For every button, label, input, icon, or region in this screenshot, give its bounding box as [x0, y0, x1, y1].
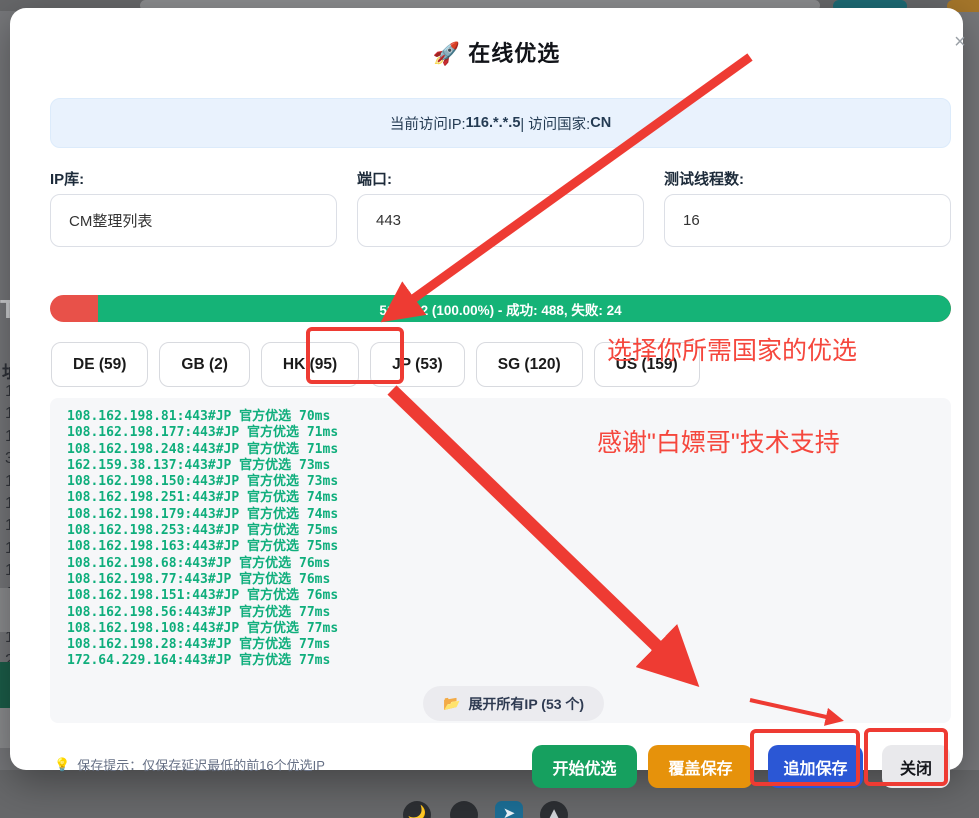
- bulb-icon: 💡: [54, 757, 70, 773]
- ip-result-line: 108.162.198.179:443#JP 官方优选 74ms: [67, 507, 338, 522]
- ip-library-select[interactable]: CM整理列表: [50, 194, 337, 247]
- ip-results-list: 108.162.198.81:443#JP 官方优选 70ms 108.162.…: [67, 409, 338, 670]
- ip-result-line: 108.162.198.150:443#JP 官方优选 73ms: [67, 474, 338, 489]
- port-label: 端口:: [357, 168, 392, 189]
- ip-result-line: 108.162.198.81:443#JP 官方优选 70ms: [67, 409, 330, 424]
- close-button[interactable]: 关闭: [882, 745, 950, 788]
- append-save-button[interactable]: 追加保存: [768, 745, 863, 788]
- online-optimize-dialog: 🚀 在线优选 × 当前访问IP: 116.*.*.5 | 访问国家: CN IP…: [10, 8, 963, 770]
- country-button-gb[interactable]: GB (2): [159, 342, 250, 387]
- ip-result-line: 108.162.198.108:443#JP 官方优选 77ms: [67, 621, 338, 636]
- expand-all-ip-button[interactable]: 📂 展开所有IP (53 个): [423, 686, 604, 721]
- country-button-sg[interactable]: SG (120): [476, 342, 583, 387]
- ip-banner-prefix: 当前访问IP:: [390, 113, 466, 134]
- save-hint-text: 保存提示：仅保存延迟最低的前16个优选IP: [77, 755, 325, 774]
- dialog-title: 🚀 在线优选: [20, 36, 973, 68]
- progress-bar: 512/512 (100.00%) - 成功: 488, 失败: 24: [50, 295, 951, 322]
- ip-result-line: 172.64.229.164:443#JP 官方优选 77ms: [67, 653, 330, 668]
- close-icon[interactable]: ×: [946, 28, 974, 56]
- screen: Ti 址 1 1 1 3 1 1 1 1 1 1 1 1 2 🌙 ➤ ▲ 🚀 在…: [0, 0, 979, 818]
- ip-result-line: 108.162.198.177:443#JP 官方优选 71ms: [67, 425, 338, 440]
- annotation-thanks: 感谢"白嫖哥"技术支持: [597, 423, 840, 459]
- ip-result-line: 108.162.198.248:443#JP 官方优选 71ms: [67, 442, 338, 457]
- ip-result-line: 108.162.198.163:443#JP 官方优选 75ms: [67, 539, 338, 554]
- ip-result-line: 108.162.198.28:443#JP 官方优选 77ms: [67, 637, 330, 652]
- country-button-jp[interactable]: JP (53): [370, 342, 465, 387]
- country-filter-row: DE (59) GB (2) HK (95) JP (53) SG (120) …: [51, 342, 700, 387]
- start-optimize-button[interactable]: 开始优选: [532, 745, 637, 788]
- current-country-value: CN: [590, 115, 611, 131]
- save-hint: 💡 保存提示：仅保存延迟最低的前16个优选IP: [54, 755, 325, 774]
- ip-result-line: 162.159.38.137:443#JP 官方优选 73ms: [67, 458, 330, 473]
- ip-result-line: 108.162.198.56:443#JP 官方优选 77ms: [67, 605, 330, 620]
- telegram-icon: ➤: [495, 801, 523, 818]
- country-button-hk[interactable]: HK (95): [261, 342, 359, 387]
- threads-input[interactable]: 16: [664, 194, 951, 247]
- folder-icon: 📂: [443, 695, 460, 712]
- overwrite-save-button[interactable]: 覆盖保存: [648, 745, 753, 788]
- country-button-de[interactable]: DE (59): [51, 342, 148, 387]
- ip-result-line: 108.162.198.68:443#JP 官方优选 76ms: [67, 556, 330, 571]
- current-ip-value: 116.*.*.5: [466, 115, 521, 131]
- annotation-pick-country: 选择你所需国家的优选: [607, 331, 857, 367]
- ip-result-line: 108.162.198.77:443#JP 官方优选 76ms: [67, 572, 330, 587]
- ip-result-line: 108.162.198.151:443#JP 官方优选 76ms: [67, 588, 338, 603]
- ip-banner-separator: | 访问国家:: [520, 113, 590, 134]
- ip-result-line: 108.162.198.251:443#JP 官方优选 74ms: [67, 490, 338, 505]
- port-input[interactable]: 443: [357, 194, 644, 247]
- expand-all-ip-label: 展开所有IP (53 个): [468, 694, 584, 714]
- ip-result-line: 108.162.198.253:443#JP 官方优选 75ms: [67, 523, 338, 538]
- progress-status-text: 512/512 (100.00%) - 成功: 488, 失败: 24: [50, 295, 951, 322]
- current-ip-banner: 当前访问IP: 116.*.*.5 | 访问国家: CN: [50, 98, 951, 148]
- ip-library-label: IP库:: [50, 168, 84, 189]
- threads-label: 测试线程数:: [664, 168, 744, 189]
